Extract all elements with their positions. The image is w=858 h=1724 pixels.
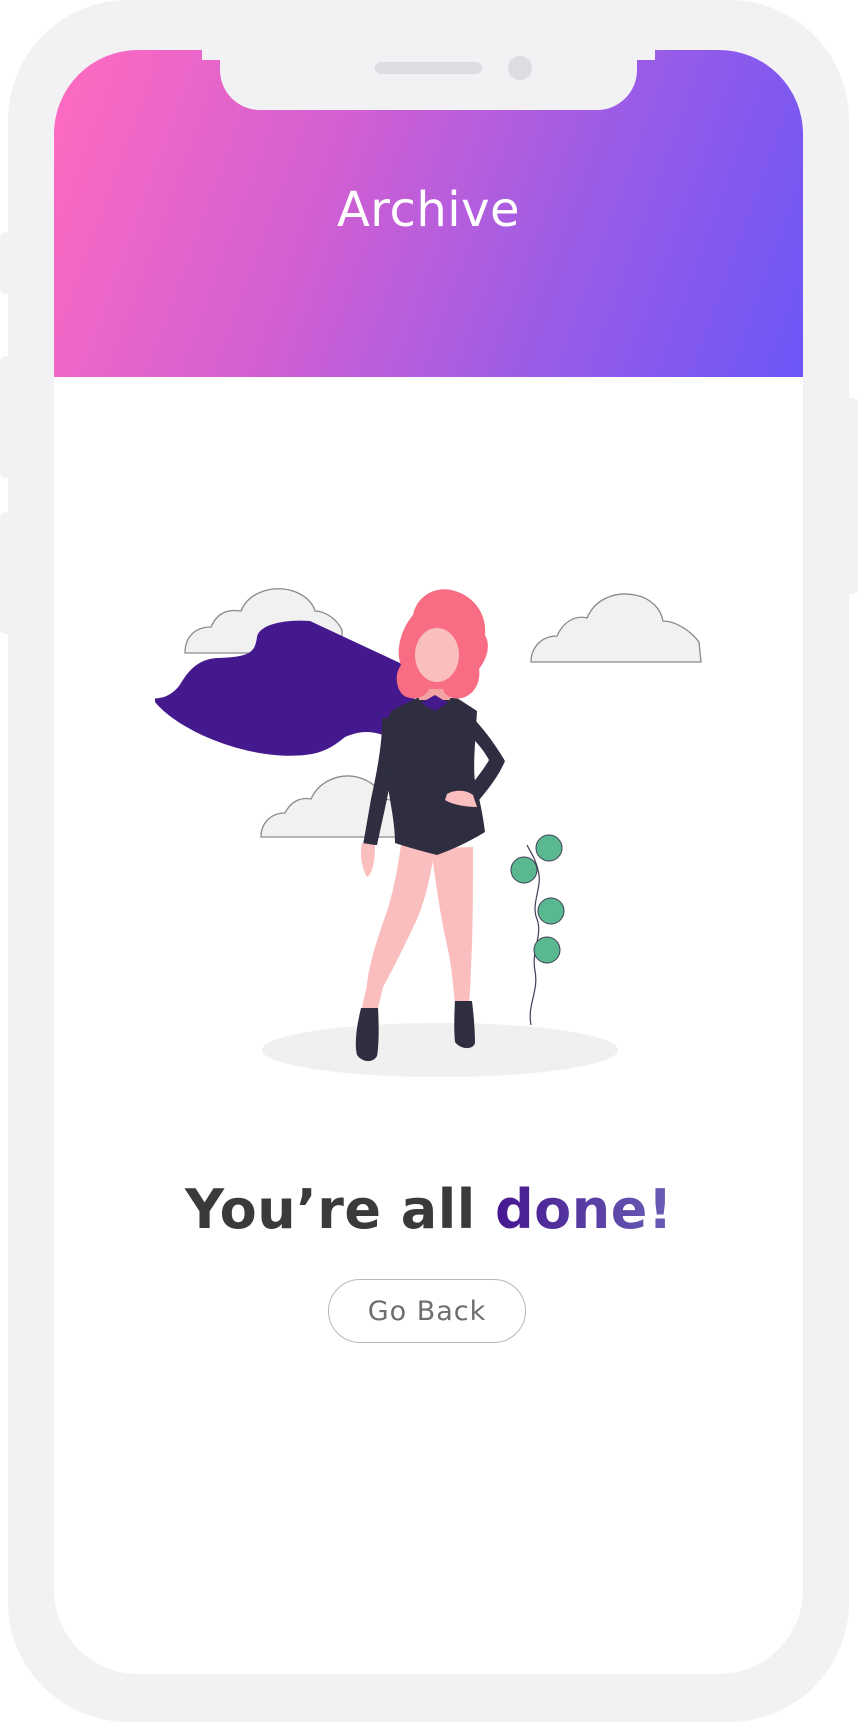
completion-heading: You’re all done! — [0, 1178, 858, 1241]
plant-leaves-icon — [510, 834, 565, 964]
cloud-top-right-icon — [530, 593, 702, 663]
ground-shadow — [262, 1023, 618, 1077]
phone-notch — [220, 40, 637, 110]
notch-corner-right — [635, 40, 655, 60]
face — [415, 628, 459, 682]
volume-down-button — [0, 512, 12, 634]
notch-corner-left — [202, 40, 222, 60]
heading-prefix: You’re all — [185, 1178, 496, 1241]
leg-right — [431, 847, 473, 1005]
superhero-woman-illustration — [155, 588, 702, 1077]
hand-left — [360, 843, 375, 877]
boot-right — [454, 1001, 475, 1049]
boot-left — [355, 1008, 379, 1062]
speaker-grille — [375, 62, 482, 74]
heading-accent: done! — [495, 1178, 673, 1241]
front-camera — [508, 56, 532, 80]
power-button — [844, 398, 858, 594]
mute-switch — [0, 232, 12, 294]
volume-up-button — [0, 356, 12, 478]
go-back-button[interactable]: Go Back — [328, 1279, 526, 1343]
page-title: Archive — [336, 182, 521, 238]
